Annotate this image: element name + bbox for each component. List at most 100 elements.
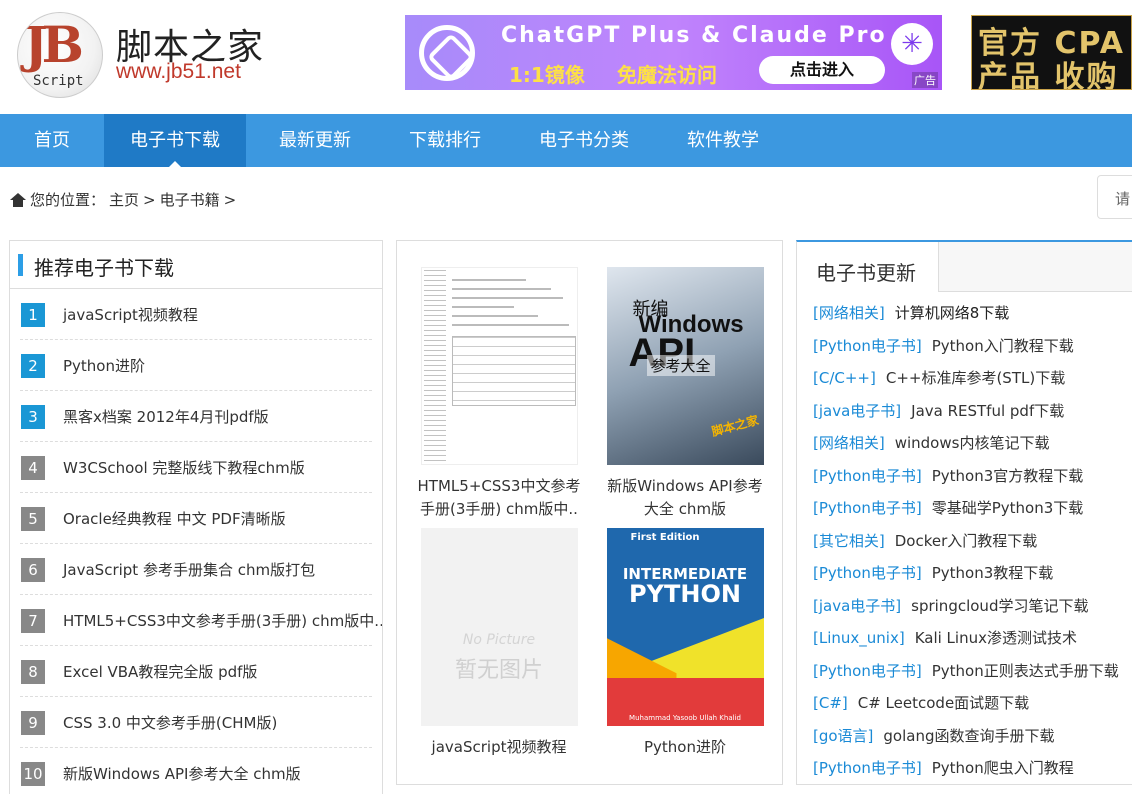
category-link[interactable]: [Python电子书] <box>813 662 922 680</box>
category-link[interactable]: [go语言] <box>813 727 873 745</box>
list-item[interactable]: 9 CSS 3.0 中文参考手册(CHM版) <box>20 697 372 748</box>
category-link[interactable]: [java电子书] <box>813 402 901 420</box>
category-link[interactable]: [Python电子书] <box>813 499 922 517</box>
rank-badge: 2 <box>21 354 45 378</box>
list-item-title[interactable]: 黑客x档案 2012年4月刊pdf版 <box>63 406 269 427</box>
category-link[interactable]: [Python电子书] <box>813 759 922 777</box>
site-logo[interactable]: JB Script <box>17 12 103 98</box>
breadcrumb-current[interactable]: 电子书籍 <box>160 189 220 210</box>
list-item[interactable]: 4 W3CSchool 完整版线下教程chm版 <box>20 442 372 493</box>
site-url[interactable]: www.jb51.net <box>116 60 241 84</box>
list-item[interactable]: [Python电子书] Python入门教程下载 <box>813 335 1132 368</box>
list-item-title[interactable]: 新版Windows API参考大全 chm版 <box>63 763 301 784</box>
item-title[interactable]: Python爬虫入门教程 <box>932 759 1074 777</box>
category-link[interactable]: [其它相关] <box>813 532 885 550</box>
book-title[interactable]: Python进阶 <box>601 736 769 759</box>
category-link[interactable]: [Linux_unix] <box>813 629 905 647</box>
updates-panel: 电子书更新 [网络相关] 计算机网络8下载 [Python电子书] Python入门… <box>796 240 1132 785</box>
list-item-title[interactable]: Excel VBA教程完全版 pdf版 <box>63 661 257 682</box>
ad-banner-chatgpt[interactable]: ChatGPT Plus & Claude Pro 1:1镜像 免魔法访问 点击… <box>405 15 942 90</box>
ad-banner-cpa[interactable]: 官方 CPA 产品 收购 <box>971 15 1132 90</box>
list-item-title[interactable]: Python进阶 <box>63 355 145 376</box>
category-link[interactable]: [C/C++] <box>813 369 876 387</box>
book-cover-placeholder[interactable]: No Picture 暂无图片 <box>420 528 578 726</box>
recommend-title: 推荐电子书下载 <box>34 256 174 280</box>
item-title[interactable]: golang函数查询手册下载 <box>883 727 1054 745</box>
list-item[interactable]: [Linux_unix] Kali Linux渗透测试技术 <box>813 627 1132 660</box>
list-item[interactable]: 8 Excel VBA教程完全版 pdf版 <box>20 646 372 697</box>
book-cover[interactable]: First Edition INTERMEDIATE PYTHON Muhamm… <box>606 528 764 726</box>
list-item[interactable]: 7 HTML5+CSS3中文参考手册(3手册) chm版中... <box>20 595 382 646</box>
category-link[interactable]: [java电子书] <box>813 597 901 615</box>
category-link[interactable]: [网络相关] <box>813 434 885 452</box>
category-link[interactable]: [Python电子书] <box>813 564 922 582</box>
item-title[interactable]: springcloud学习笔记下载 <box>911 597 1088 615</box>
book-card[interactable]: First Edition INTERMEDIATE PYTHON Muhamm… <box>601 528 769 759</box>
list-item[interactable]: [go语言] golang函数查询手册下载 <box>813 725 1132 758</box>
list-item[interactable]: 2 Python进阶 <box>20 340 372 391</box>
list-item-title[interactable]: CSS 3.0 中文参考手册(CHM版) <box>63 712 277 733</box>
list-item[interactable]: [Python电子书] 零基础学Python3下载 <box>813 497 1132 530</box>
item-title[interactable]: Python正则表达式手册下载 <box>932 662 1119 680</box>
list-item[interactable]: [Python电子书] Python3官方教程下载 <box>813 465 1132 498</box>
item-title[interactable]: Python3官方教程下载 <box>932 467 1084 485</box>
ad-side-line2: 产品 收购 <box>978 60 1119 90</box>
tab-updates[interactable]: 电子书更新 <box>797 242 939 292</box>
item-title[interactable]: Python入门教程下载 <box>932 337 1074 355</box>
book-title[interactable]: HTML5+CSS3中文参考手册(3手册) chm版中.. <box>415 475 583 521</box>
list-item[interactable]: [Python电子书] Python爬虫入门教程 <box>813 757 1132 784</box>
nav-software-tutorial[interactable]: 软件教学 <box>660 114 786 167</box>
category-link[interactable]: [网络相关] <box>813 304 885 322</box>
book-cover[interactable]: 新编 Windows API 参考大全 脚本之家 <box>606 267 764 465</box>
list-item[interactable]: [其它相关] Docker入门教程下载 <box>813 530 1132 563</box>
book-cover[interactable] <box>420 267 578 465</box>
list-item[interactable]: [java电子书] Java RESTful pdf下载 <box>813 400 1132 433</box>
item-title[interactable]: C# Leetcode面试题下载 <box>858 694 1029 712</box>
category-link[interactable]: [Python电子书] <box>813 337 922 355</box>
breadcrumb-sep: > <box>143 190 156 209</box>
breadcrumb-home[interactable]: 主页 <box>109 189 139 210</box>
item-title[interactable]: 零基础学Python3下载 <box>932 499 1084 517</box>
category-link[interactable]: [Python电子书] <box>813 467 922 485</box>
list-item[interactable]: [C/C++] C++标准库参考(STL)下载 <box>813 367 1132 400</box>
logo-letters: JB <box>24 15 84 74</box>
nav-ranking[interactable]: 下载排行 <box>382 114 508 167</box>
book-title[interactable]: 新版Windows API参考大全 chm版 <box>601 475 769 521</box>
recommend-panel: 推荐电子书下载 1 javaScript视频教程 2 Python进阶 3 黑客x档案… <box>9 240 383 794</box>
item-title[interactable]: 计算机网络8下载 <box>895 304 1010 322</box>
list-item[interactable]: [Python电子书] Python3教程下载 <box>813 562 1132 595</box>
list-item[interactable]: [java电子书] springcloud学习笔记下载 <box>813 595 1132 628</box>
list-item-title[interactable]: javaScript视频教程 <box>63 304 198 325</box>
list-item-title[interactable]: HTML5+CSS3中文参考手册(3手册) chm版中... <box>63 610 382 631</box>
item-title[interactable]: Java RESTful pdf下载 <box>911 402 1064 420</box>
item-title[interactable]: Python3教程下载 <box>932 564 1054 582</box>
list-item[interactable]: [Python电子书] Python正则表达式手册下载 <box>813 660 1132 693</box>
list-item[interactable]: 6 JavaScript 参考手册集合 chm版打包 <box>20 544 372 595</box>
list-item-title[interactable]: W3CSchool 完整版线下教程chm版 <box>63 457 305 478</box>
list-item[interactable]: 10 新版Windows API参考大全 chm版 <box>20 748 372 794</box>
ad-enter-button[interactable]: 点击进入 <box>759 56 885 84</box>
list-item[interactable]: 1 javaScript视频教程 <box>20 289 372 340</box>
book-title[interactable]: javaScript视频教程 <box>415 736 583 759</box>
nav-categories[interactable]: 电子书分类 <box>518 114 650 167</box>
list-item-title[interactable]: Oracle经典教程 中文 PDF清晰版 <box>63 508 286 529</box>
nav-home[interactable]: 首页 <box>0 114 104 167</box>
item-title[interactable]: Docker入门教程下载 <box>895 532 1038 550</box>
list-item[interactable]: 3 黑客x档案 2012年4月刊pdf版 <box>20 391 372 442</box>
book-card[interactable]: HTML5+CSS3中文参考手册(3手册) chm版中.. <box>415 267 583 521</box>
item-title[interactable]: Kali Linux渗透测试技术 <box>915 629 1077 647</box>
category-link[interactable]: [C#] <box>813 694 848 712</box>
search-input[interactable]: 请 <box>1097 175 1132 219</box>
claude-logo-icon: ✳ <box>891 23 933 65</box>
list-item[interactable]: [网络相关] 计算机网络8下载 <box>813 302 1132 335</box>
nav-latest[interactable]: 最新更新 <box>252 114 378 167</box>
list-item[interactable]: [C#] C# Leetcode面试题下载 <box>813 692 1132 725</box>
item-title[interactable]: C++标准库参考(STL)下载 <box>886 369 1065 387</box>
nav-ebook-download[interactable]: 电子书下载 <box>104 114 246 167</box>
item-title[interactable]: windows内核笔记下载 <box>895 434 1050 452</box>
list-item[interactable]: [网络相关] windows内核笔记下载 <box>813 432 1132 465</box>
list-item[interactable]: 5 Oracle经典教程 中文 PDF清晰版 <box>20 493 372 544</box>
book-card[interactable]: 新编 Windows API 参考大全 脚本之家 新版Windows API参考… <box>601 267 769 521</box>
book-card[interactable]: No Picture 暂无图片 javaScript视频教程 <box>415 528 583 759</box>
list-item-title[interactable]: JavaScript 参考手册集合 chm版打包 <box>63 559 315 580</box>
